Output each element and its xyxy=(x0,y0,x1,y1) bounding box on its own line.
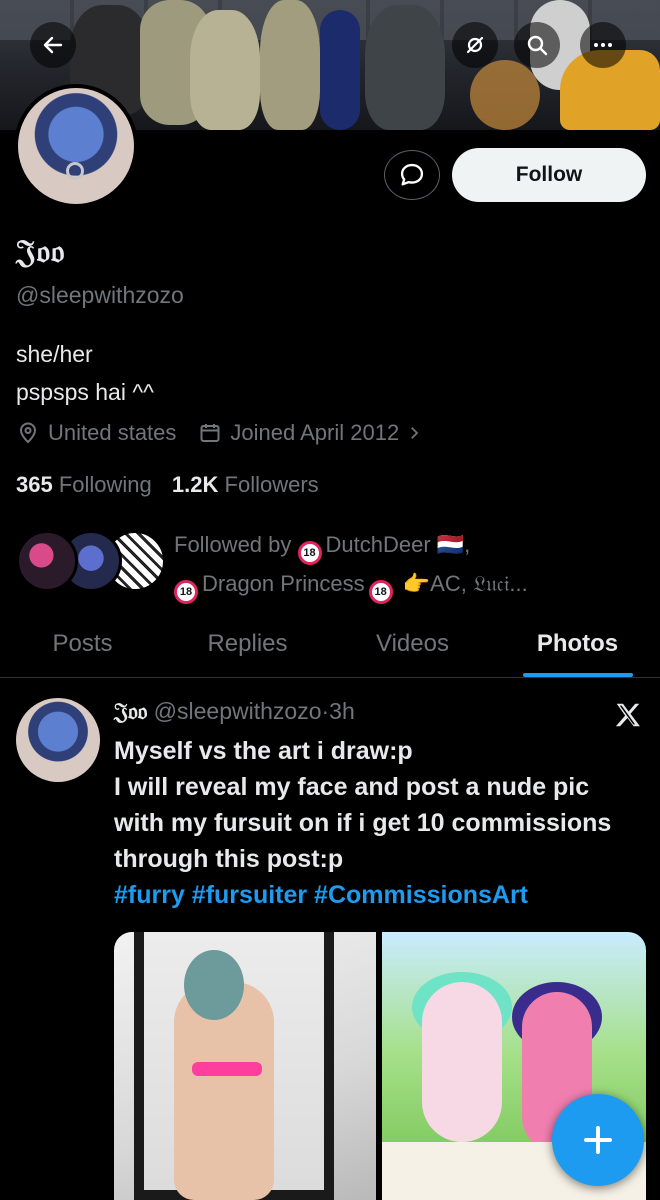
followed-by-text[interactable]: Followed by 18 DutchDeer 🇳🇱, 18 Dragon Pri… xyxy=(174,526,644,604)
message-icon xyxy=(400,163,424,186)
followers-count: 1.2K xyxy=(171,472,219,497)
post-avatar[interactable] xyxy=(16,698,100,782)
hide-button[interactable] xyxy=(452,22,498,68)
bio-line: she/her xyxy=(16,341,93,367)
back-arrow-icon xyxy=(43,36,63,54)
back-button[interactable] xyxy=(30,22,76,68)
followers-link[interactable]: 1.2K Followers xyxy=(172,472,319,497)
location: United states xyxy=(16,420,176,446)
following-link[interactable]: 365 Following xyxy=(16,472,152,497)
followers-label: Followers xyxy=(224,472,319,497)
post-hashtags[interactable]: #furry #fursuiter #CommissionsArt xyxy=(114,877,644,913)
more-button[interactable] xyxy=(580,22,626,68)
search-icon xyxy=(527,35,548,56)
compose-button[interactable] xyxy=(552,1094,644,1186)
bio-line: pspsps hai ^^ xyxy=(16,379,154,405)
follower-name: DutchDeer 🇳🇱, xyxy=(325,532,471,557)
more-icon xyxy=(594,43,612,47)
post-text-line: I will reveal my face and post a nude pi… xyxy=(114,773,612,873)
post-author-name[interactable]: 𝔍𝔬𝔬 xyxy=(114,698,147,725)
location-pin-icon xyxy=(19,422,37,444)
tab-replies[interactable]: Replies xyxy=(165,610,330,677)
adult-badge-icon: 18 xyxy=(174,580,198,604)
follower-name: Dragon Princess xyxy=(202,571,365,596)
message-button[interactable] xyxy=(384,150,440,200)
follow-counts: 365 Following 1.2K Followers xyxy=(16,472,333,498)
follower-name: 👉AC, 𝔏𝔲𝔠𝔦... xyxy=(402,571,528,596)
plus-icon xyxy=(584,1126,612,1154)
tab-videos[interactable]: Videos xyxy=(330,610,495,677)
followed-by-prefix: Followed by xyxy=(174,532,292,557)
eye-off-icon xyxy=(466,36,484,54)
post-header: 𝔍𝔬𝔬 @sleepwithzozo·3h xyxy=(114,698,355,725)
adult-badge-icon: 18 xyxy=(368,580,393,604)
profile-avatar[interactable] xyxy=(14,84,138,208)
avatar xyxy=(16,530,78,592)
post-time[interactable]: 3h xyxy=(329,698,355,724)
calendar-icon xyxy=(200,424,220,442)
chevron-right-icon xyxy=(411,427,419,439)
profile-bio: she/her pspsps hai ^^ xyxy=(16,335,154,411)
search-button[interactable] xyxy=(514,22,560,68)
post-image-photo[interactable] xyxy=(114,932,376,1200)
joined-date[interactable]: Joined April 2012 xyxy=(198,420,423,446)
post-text: Myself vs the art i draw:p I will reveal… xyxy=(114,733,644,913)
tab-posts[interactable]: Posts xyxy=(0,610,165,677)
profile-handle: @sleepwithzozo xyxy=(16,282,184,308)
following-label: Following xyxy=(58,472,152,497)
following-count: 365 xyxy=(16,472,53,497)
adult-badge-icon: 18 xyxy=(297,541,322,565)
post-text-line: Myself vs the art i draw:p xyxy=(114,737,413,765)
post-author-handle[interactable]: @sleepwithzozo xyxy=(154,698,322,724)
location-text: United states xyxy=(48,420,177,445)
tab-photos[interactable]: Photos xyxy=(495,610,660,677)
x-logo-icon xyxy=(615,703,640,727)
profile-meta: United states Joined April 2012 xyxy=(16,420,445,446)
display-name: 𝔍𝔬𝔬 xyxy=(16,232,66,270)
joined-text: Joined April 2012 xyxy=(230,420,400,445)
profile-tabs: Posts Replies Videos Photos xyxy=(0,610,660,678)
follow-button[interactable]: Follow xyxy=(452,148,646,202)
followed-by-avatars[interactable] xyxy=(16,530,176,594)
